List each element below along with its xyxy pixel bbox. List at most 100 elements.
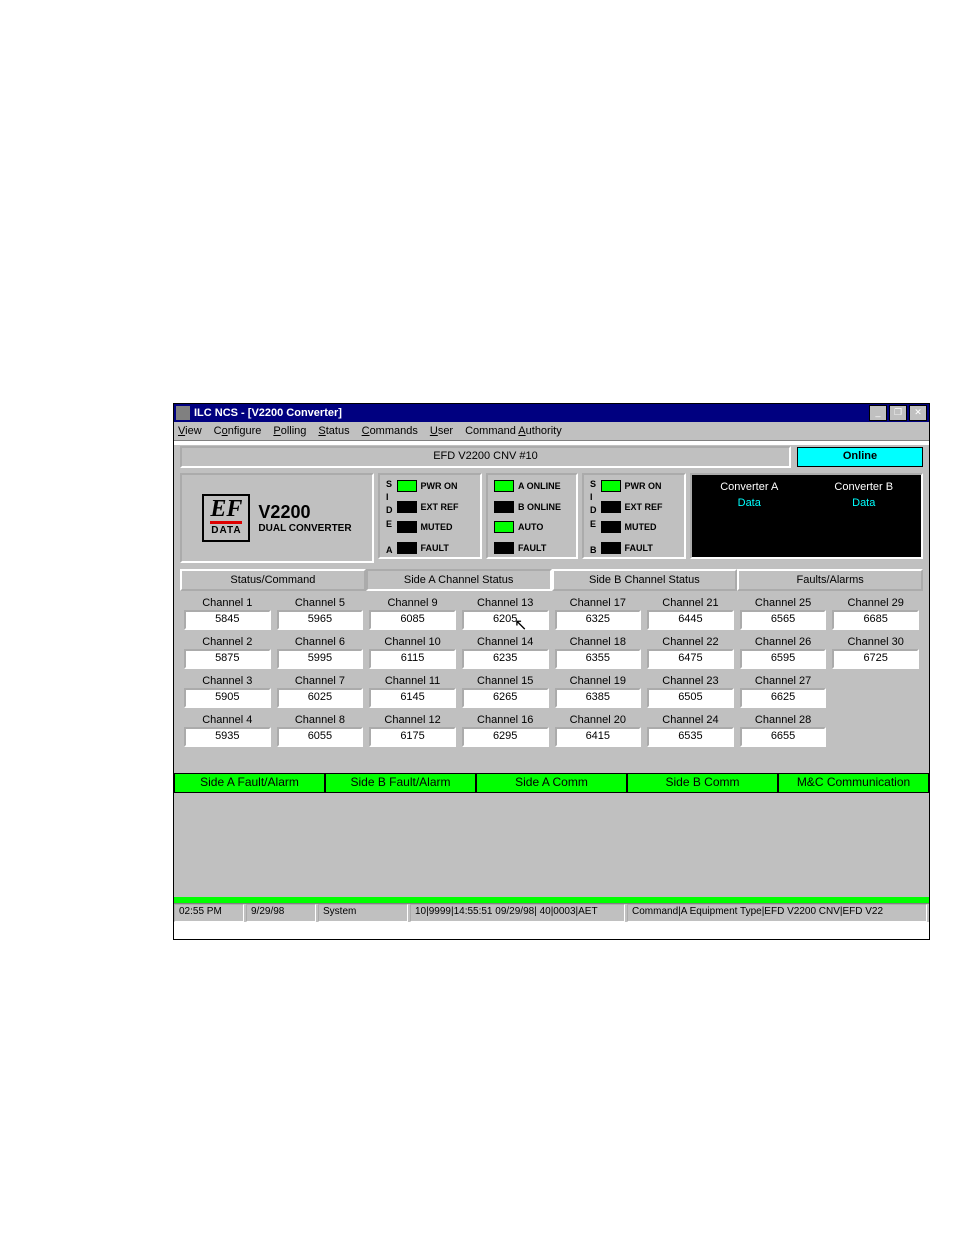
led-lamp-icon	[494, 501, 514, 513]
channel-cell: Channel 65995	[277, 636, 364, 669]
channel-value: 6145	[369, 688, 456, 708]
center-led-panel: A ONLINEB ONLINEAUTOFAULT	[486, 473, 578, 559]
menu-user[interactable]: User	[430, 425, 453, 437]
led-label: FAULT	[421, 543, 449, 553]
channel-label: Channel 26	[740, 636, 827, 648]
online-status: Online	[797, 447, 923, 467]
led-indicator: MUTED	[397, 521, 475, 533]
channel-cell: Channel 186355	[555, 636, 642, 669]
channel-value: 6595	[740, 649, 827, 669]
status-user: System	[318, 904, 408, 922]
channel-cell: Channel 76025	[277, 675, 364, 708]
channel-value: 5995	[277, 649, 364, 669]
channel-cell: Channel 55965	[277, 597, 364, 630]
led-indicator: AUTO	[494, 521, 570, 533]
tab-faults-alarms[interactable]: Faults/Alarms	[737, 569, 923, 591]
converter-a-button[interactable]: Converter A Data	[692, 475, 807, 557]
led-lamp-icon	[494, 521, 514, 533]
tab-side-b-channel-status[interactable]: Side B Channel Status	[552, 569, 738, 591]
tab-status-command[interactable]: Status/Command	[180, 569, 366, 591]
channel-label: Channel 9	[369, 597, 456, 609]
channel-label: Channel 3	[184, 675, 271, 687]
converter-b-button[interactable]: Converter B Data	[807, 475, 922, 557]
channel-value: 6025	[277, 688, 364, 708]
led-lamp-icon	[397, 521, 417, 533]
channel-label: Channel 14	[462, 636, 549, 648]
channel-cell: Channel 156265	[462, 675, 549, 708]
channel-cell: Channel 196385	[555, 675, 642, 708]
channel-cell: Channel 45935	[184, 714, 271, 747]
channel-cell: Channel 216445	[647, 597, 734, 630]
channel-label: Channel 17	[555, 597, 642, 609]
led-lamp-icon	[601, 542, 621, 554]
menu-commands[interactable]: Commands	[362, 425, 418, 437]
tab-row: Status/CommandSide A Channel StatusSide …	[180, 569, 923, 591]
led-indicator: MUTED	[601, 521, 679, 533]
channel-cell: Channel 226475	[647, 636, 734, 669]
window-maximize-button[interactable]: ❐	[889, 405, 907, 421]
channel-value: 6475	[647, 649, 734, 669]
channel-cell: Channel 136205	[462, 597, 549, 630]
channel-label: Channel 5	[277, 597, 364, 609]
channel-value: 6625	[740, 688, 827, 708]
led-indicator: FAULT	[601, 542, 679, 554]
channel-value: 6655	[740, 727, 827, 747]
menu-polling[interactable]: Polling	[273, 425, 306, 437]
channel-value: 6325	[555, 610, 642, 630]
menu-status[interactable]: Status	[318, 425, 349, 437]
channel-label: Channel 6	[277, 636, 364, 648]
channel-label: Channel 7	[277, 675, 364, 687]
channel-label: Channel 8	[277, 714, 364, 726]
product-subtitle: DUAL CONVERTER	[258, 523, 351, 534]
tab-side-a-channel-status[interactable]: Side A Channel Status	[366, 569, 552, 591]
menu-configure[interactable]: Configure	[214, 425, 262, 437]
led-label: AUTO	[518, 522, 543, 532]
channel-cell: Channel 35905	[184, 675, 271, 708]
led-label: FAULT	[625, 543, 653, 553]
channel-label: Channel 21	[647, 597, 734, 609]
status-light-m-c-communication: M&C Communication	[778, 773, 929, 793]
channel-cell	[832, 714, 919, 747]
led-indicator: EXT REF	[397, 501, 475, 513]
channel-value: 6385	[555, 688, 642, 708]
channel-value: 6055	[277, 727, 364, 747]
status-bar-green: Side A Fault/AlarmSide B Fault/AlarmSide…	[174, 773, 929, 793]
channel-cell: Channel 116145	[369, 675, 456, 708]
channel-value: 6085	[369, 610, 456, 630]
channel-label: Channel 10	[369, 636, 456, 648]
led-label: MUTED	[625, 522, 657, 532]
channel-cell: Channel 106115	[369, 636, 456, 669]
channel-label: Channel 20	[555, 714, 642, 726]
menu-command-authority[interactable]: Command Authority	[465, 425, 562, 437]
led-lamp-icon	[601, 480, 621, 492]
led-indicator: B ONLINE	[494, 501, 570, 513]
channel-value: 6415	[555, 727, 642, 747]
window-minimize-button[interactable]: _	[869, 405, 887, 421]
channel-label: Channel 28	[740, 714, 827, 726]
led-label: EXT REF	[625, 502, 663, 512]
channel-label: Channel 18	[555, 636, 642, 648]
status-light-side-b-comm: Side B Comm	[627, 773, 778, 793]
led-indicator: PWR ON	[397, 480, 475, 492]
channel-cell: Channel 206415	[555, 714, 642, 747]
status-command-detail: Command|A Equipment Type|EFD V2200 CNV|E…	[627, 904, 927, 922]
channel-value: 6265	[462, 688, 549, 708]
channel-cell: Channel 236505	[647, 675, 734, 708]
led-label: A ONLINE	[518, 481, 561, 491]
led-lamp-icon	[601, 521, 621, 533]
channel-value: 5935	[184, 727, 271, 747]
channel-label: Channel 2	[184, 636, 271, 648]
side-b-led-panel: SIDE B PWR ONEXT REFMUTEDFAULT	[582, 473, 686, 559]
channel-label: Channel 4	[184, 714, 271, 726]
menu-view[interactable]: View	[178, 425, 202, 437]
channel-label: Channel 1	[184, 597, 271, 609]
status-bar: 02:55 PM 9/29/98 System 10|9999|14:55:51…	[174, 903, 929, 922]
channel-value: 6175	[369, 727, 456, 747]
channel-label: Channel 11	[369, 675, 456, 687]
channel-cell: Channel 176325	[555, 597, 642, 630]
channel-cell: Channel 86055	[277, 714, 364, 747]
logo-panel: EF DATA V2200 DUAL CONVERTER	[180, 473, 374, 563]
brand-logo: EF DATA	[202, 494, 250, 542]
channel-cell: Channel 306725	[832, 636, 919, 669]
window-close-button[interactable]: ✕	[909, 405, 927, 421]
